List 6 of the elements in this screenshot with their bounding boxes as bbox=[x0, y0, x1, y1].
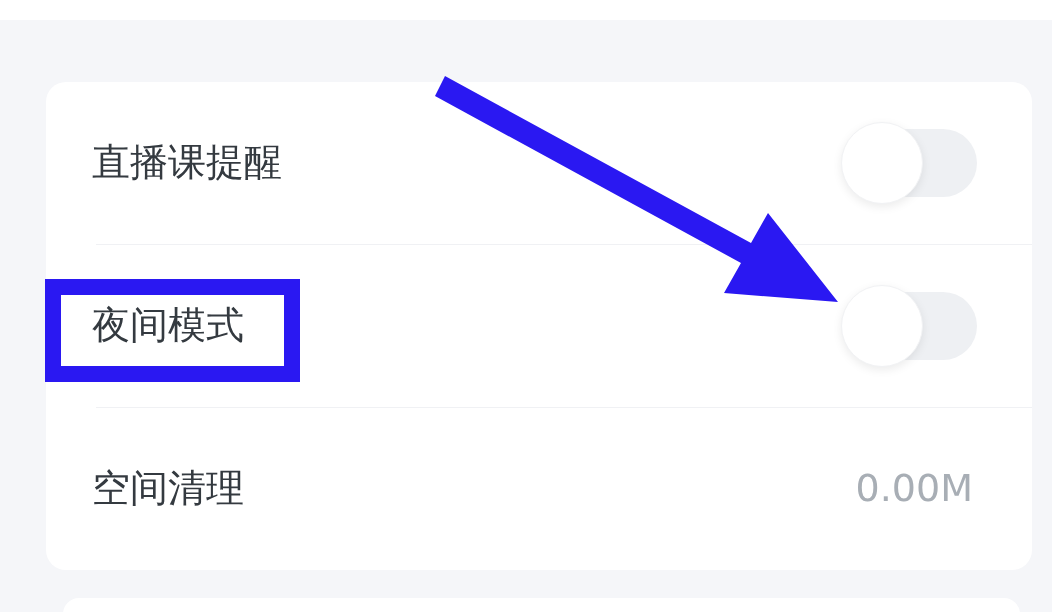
setting-label: 直播课提醒 bbox=[92, 140, 282, 186]
cache-size-value: 0.00M bbox=[855, 466, 973, 512]
setting-label: 夜间模式 bbox=[92, 303, 244, 349]
toggle-switch[interactable] bbox=[841, 285, 977, 367]
setting-label: 空间清理 bbox=[92, 466, 244, 512]
toggle-switch[interactable] bbox=[841, 122, 977, 204]
